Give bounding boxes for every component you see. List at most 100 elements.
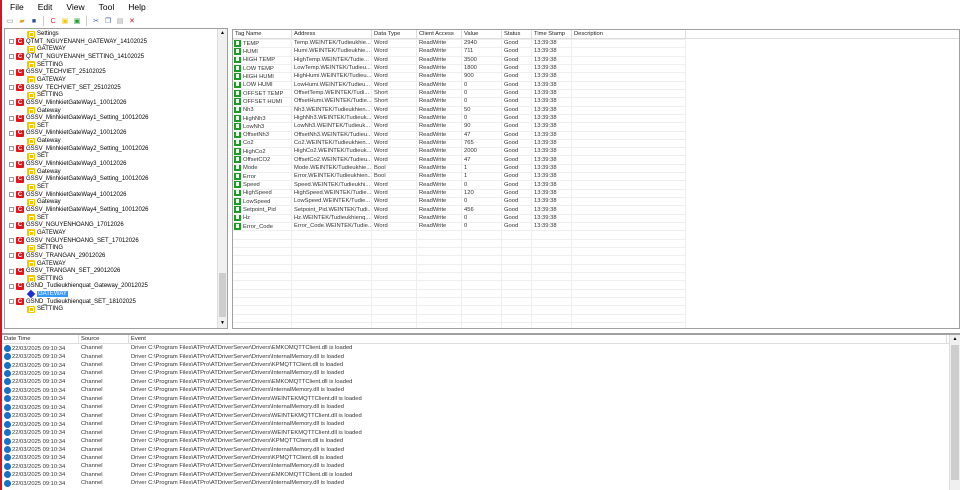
scroll-down-arrow[interactable]: ▼: [218, 319, 227, 328]
column-header[interactable]: Time Stamp: [532, 30, 572, 38]
collapse-toggle-icon[interactable]: [9, 192, 14, 198]
collapse-toggle-icon[interactable]: [9, 115, 14, 121]
column-header[interactable]: Address: [292, 30, 372, 38]
tree-channel[interactable]: C GSSV_TECHVIET_SET_25102025: [9, 84, 121, 92]
column-header[interactable]: Event: [129, 335, 947, 343]
save-button[interactable]: ■: [29, 16, 39, 26]
add-device-button[interactable]: ▣: [60, 16, 70, 26]
table-row[interactable]: HUMI Humi.WEINTEK/Tudieukhie... Word ReadWr…: [233, 47, 572, 55]
collapse-toggle-icon[interactable]: [9, 161, 14, 167]
table-cell: HighHumi.WEINTEK/Tudieu...: [292, 73, 372, 79]
collapse-toggle-icon[interactable]: [9, 207, 14, 213]
table-row[interactable]: Mode Mode.WEINTEK/Tudieukhie... Bool ReadWr…: [233, 164, 572, 172]
table-row[interactable]: HighNh3 HighNh3.WEINTEK/Tudieuk... Word Rea…: [233, 114, 572, 122]
table-row[interactable]: LOW HUMI LowHumi.WEINTEK/Tudieu... Word Rea…: [233, 81, 572, 89]
table-cell: 765: [462, 140, 502, 146]
cut-button[interactable]: ✂: [91, 16, 101, 26]
add-channel-button[interactable]: C: [48, 16, 58, 26]
log-row[interactable]: 22/03/2025 09:10:34 Channel Driver C:\Prog…: [2, 412, 947, 420]
add-tag-button[interactable]: ▣: [72, 16, 82, 26]
collapse-toggle-icon[interactable]: [9, 69, 14, 75]
table-row[interactable]: LowNh3 LowNh3.WEINTEK/Tudieuk... Word ReadW…: [233, 122, 572, 130]
column-header[interactable]: Description: [572, 30, 686, 38]
delete-button[interactable]: ✕: [127, 16, 137, 26]
table-row[interactable]: HIGH TEMP HighTemp.WEINTEK/Tudie... Word Re…: [233, 56, 572, 64]
collapse-toggle-icon[interactable]: [9, 283, 14, 289]
log-row[interactable]: 22/03/2025 09:10:34 Channel Driver C:\Prog…: [2, 352, 947, 360]
scroll-thumb[interactable]: [219, 273, 226, 317]
column-header[interactable]: Status: [502, 30, 532, 38]
table-cell: ReadWrite: [417, 115, 462, 121]
table-row[interactable]: Error Error.WEINTEK/Tudieukhien... Bool Rea…: [233, 172, 572, 180]
table-row[interactable]: HighCo2 HighCo2.WEINTEK/Tudieuk... Word Rea…: [233, 147, 572, 155]
log-row[interactable]: 22/03/2025 09:10:34 Channel Driver C:\Prog…: [2, 403, 947, 411]
log-row[interactable]: 22/03/2025 09:10:34 Channel Driver C:\Prog…: [2, 479, 947, 487]
log-row[interactable]: 22/03/2025 09:10:34 Channel Driver C:\Prog…: [2, 420, 947, 428]
menu-view[interactable]: View: [66, 2, 84, 12]
table-row[interactable]: Error_Code Error_Code.WEINTEK/Tudie... Wor…: [233, 222, 572, 230]
table-row[interactable]: OFFSET HUMI OffsetHumi.WEINTEK/Tudie... Sh…: [233, 97, 572, 105]
scroll-up-arrow[interactable]: ▲: [950, 335, 960, 344]
collapse-toggle-icon[interactable]: [9, 100, 14, 106]
scroll-thumb[interactable]: [951, 345, 959, 480]
column-header[interactable]: Tag Name: [233, 30, 292, 38]
table-row[interactable]: HIGH HUMI HighHumi.WEINTEK/Tudieu... Word R…: [233, 72, 572, 80]
log-row[interactable]: 22/03/2025 09:10:34 Channel Driver C:\Prog…: [2, 429, 947, 437]
column-header[interactable]: Source: [79, 335, 129, 343]
table-row[interactable]: OffsetCO2 OffsetCo2.WEINTEK/Tudieu... Word…: [233, 155, 572, 163]
collapse-toggle-icon[interactable]: [9, 238, 14, 244]
column-header[interactable]: Value: [462, 30, 502, 38]
log-scrollbar[interactable]: ▲: [949, 335, 960, 490]
column-header[interactable]: Client Access: [417, 30, 462, 38]
table-row[interactable]: Nh3 Nh3.WEINTEK/Tudieukhien... Word ReadWri…: [233, 106, 572, 114]
log-row[interactable]: 22/03/2025 09:10:34 Channel Driver C:\Prog…: [2, 471, 947, 479]
open-folder-button[interactable]: ▰: [17, 16, 27, 26]
tag-name: Co2: [243, 140, 254, 147]
collapse-toggle-icon[interactable]: [9, 176, 14, 182]
info-icon: [4, 403, 11, 411]
menu-file[interactable]: File: [10, 2, 24, 12]
info-icon: [4, 369, 11, 377]
copy-button[interactable]: ❐: [103, 16, 113, 26]
log-row[interactable]: 22/03/2025 09:10:34 Channel Driver C:\Prog…: [2, 369, 947, 377]
log-row[interactable]: 22/03/2025 09:10:34 Channel Driver C:\Prog…: [2, 386, 947, 394]
log-row[interactable]: 22/03/2025 09:10:34 Channel Driver C:\Prog…: [2, 445, 947, 453]
collapse-toggle-icon[interactable]: [9, 253, 14, 259]
collapse-toggle-icon[interactable]: [9, 268, 14, 274]
table-row[interactable]: OffsetNh3 OffsetNh3.WEINTEK/Tudieu... Word…: [233, 131, 572, 139]
scroll-up-arrow[interactable]: ▲: [218, 29, 227, 38]
collapse-toggle-icon[interactable]: [9, 146, 14, 152]
collapse-toggle-icon[interactable]: [9, 222, 14, 228]
log-row[interactable]: 22/03/2025 09:10:34 Channel Driver C:\Prog…: [2, 344, 947, 352]
log-row[interactable]: 22/03/2025 09:10:34 Channel Driver C:\Prog…: [2, 437, 947, 445]
tree-device[interactable]: SETTING: [27, 305, 63, 313]
collapse-toggle-icon[interactable]: [9, 54, 14, 60]
log-row[interactable]: 22/03/2025 09:10:34 Channel Driver C:\Prog…: [2, 378, 947, 386]
collapse-toggle-icon[interactable]: [9, 85, 14, 91]
log-row[interactable]: 22/03/2025 09:10:34 Channel Driver C:\Prog…: [2, 462, 947, 470]
table-row[interactable]: LowSpeed LowSpeed.WEINTEK/Tudie... Word Rea…: [233, 197, 572, 205]
table-row[interactable]: LOW TEMP LowTemp.WEINTEK/Tudieu... Word Rea…: [233, 64, 572, 72]
collapse-toggle-icon[interactable]: [9, 39, 14, 45]
table-row[interactable]: HighSpeed HighSpeed.WEINTEK/Tudie... Word R…: [233, 189, 572, 197]
table-row[interactable]: Hz Hz.WEINTEK/Tudieukhienq... Word ReadWrit…: [233, 214, 572, 222]
menu-help[interactable]: Help: [128, 2, 145, 12]
collapse-toggle-icon[interactable]: [9, 130, 14, 136]
menu-tool[interactable]: Tool: [99, 2, 115, 12]
table-row[interactable]: TEMP Temp.WEINTEK/Tudieukhie... Word ReadWr…: [233, 39, 572, 47]
table-row[interactable]: OFFSET TEMP OffsetTemp.WEINTEK/Tudi... Sho…: [233, 89, 572, 97]
log-row[interactable]: 22/03/2025 09:10:34 Channel Driver C:\Prog…: [2, 454, 947, 462]
tree-scrollbar[interactable]: ▲ ▼: [217, 29, 227, 328]
paste-button[interactable]: ▤: [115, 16, 125, 26]
table-row[interactable]: Co2 Co2.WEINTEK/Tudieukhien... Word ReadWri…: [233, 139, 572, 147]
column-header[interactable]: Date Time: [2, 335, 79, 343]
collapse-toggle-icon[interactable]: [9, 299, 14, 305]
menu-edit[interactable]: Edit: [38, 2, 53, 12]
table-row[interactable]: Setpoint_Pid Setpoint_Pid.WEINTEK/Tudi...…: [233, 205, 572, 213]
new-file-button[interactable]: ▭: [5, 16, 15, 26]
log-row[interactable]: 22/03/2025 09:10:34 Channel Driver C:\Prog…: [2, 361, 947, 369]
log-row[interactable]: 22/03/2025 09:10:34 Channel Driver C:\Prog…: [2, 395, 947, 403]
table-row[interactable]: Speed Speed.WEINTEK/Tudieukhi... Word ReadW…: [233, 180, 572, 188]
column-header[interactable]: Data Type: [372, 30, 417, 38]
tree-channel[interactable]: C GSSV_TRANGAN_SET_29012026: [9, 267, 120, 275]
